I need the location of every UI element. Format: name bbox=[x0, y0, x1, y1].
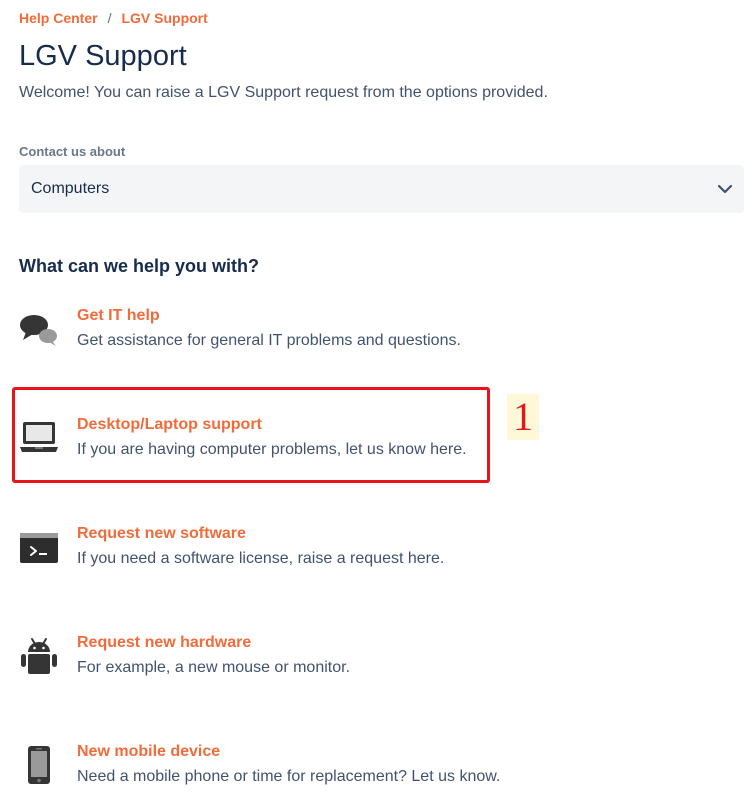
contact-topic-select[interactable]: Computers bbox=[19, 165, 744, 213]
laptop-icon bbox=[20, 422, 58, 452]
option-get-it-help[interactable]: Get IT help Get assistance for general I… bbox=[19, 305, 519, 365]
chat-bubbles-icon bbox=[20, 315, 57, 346]
options-heading: What can we help you with? bbox=[19, 256, 260, 276]
page-title: LGV Support bbox=[19, 40, 187, 72]
breadcrumb-separator: / bbox=[107, 10, 112, 26]
option-title[interactable]: Get IT help bbox=[77, 305, 160, 327]
option-description: If you need a software license, raise a … bbox=[77, 550, 445, 567]
contact-topic-selected-value: Computers bbox=[31, 180, 110, 197]
android-icon bbox=[21, 638, 57, 674]
chevron-down-icon bbox=[717, 184, 733, 194]
option-title[interactable]: New mobile device bbox=[77, 741, 220, 763]
option-title[interactable]: Request new hardware bbox=[77, 632, 251, 654]
breadcrumb-lgv-support-link[interactable]: LGV Support bbox=[121, 9, 207, 27]
option-title[interactable]: Request new software bbox=[77, 523, 246, 545]
breadcrumb-help-center-link[interactable]: Help Center bbox=[19, 9, 98, 27]
terminal-icon bbox=[20, 533, 58, 563]
option-description: Need a mobile phone or time for replacem… bbox=[77, 768, 501, 785]
welcome-message: Welcome! You can raise a LGV Support req… bbox=[19, 84, 548, 101]
option-description: For example, a new mouse or monitor. bbox=[77, 659, 351, 676]
option-request-new-software[interactable]: Request new software If you need a softw… bbox=[19, 523, 519, 583]
breadcrumb: Help Center / LGV Support bbox=[19, 9, 208, 27]
mobile-phone-icon bbox=[28, 746, 50, 784]
option-description: Get assistance for general IT problems a… bbox=[77, 332, 461, 349]
annotation-number-label: 1 bbox=[507, 394, 539, 440]
option-description: If you are having computer problems, let… bbox=[77, 441, 467, 458]
contact-us-label: Contact us about bbox=[19, 144, 126, 159]
option-title[interactable]: Desktop/Laptop support bbox=[77, 414, 262, 436]
option-desktop-laptop-support[interactable]: Desktop/Laptop support If you are having… bbox=[19, 414, 519, 474]
option-new-mobile-device[interactable]: New mobile device Need a mobile phone or… bbox=[19, 741, 519, 801]
option-request-new-hardware[interactable]: Request new hardware For example, a new … bbox=[19, 632, 519, 692]
